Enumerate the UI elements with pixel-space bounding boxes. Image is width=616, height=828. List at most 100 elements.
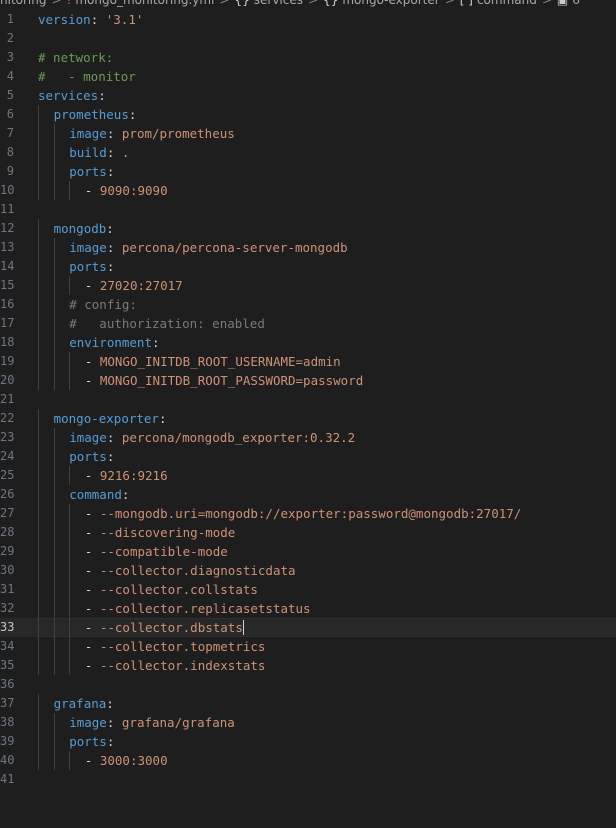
indent-guide: [38, 542, 39, 561]
line-number[interactable]: 28: [0, 523, 14, 542]
line-number[interactable]: 39: [0, 732, 14, 751]
code-line[interactable]: 6 prometheus:: [0, 105, 616, 124]
code-line[interactable]: 13 image: percona/percona-server-mongodb: [0, 238, 616, 257]
line-number[interactable]: 41: [0, 770, 14, 789]
code-line[interactable]: 12 mongodb:: [0, 219, 616, 238]
line-number[interactable]: 9: [0, 162, 14, 181]
breadcrumb-item[interactable]: ▣ 6: [557, 0, 580, 7]
code-line[interactable]: 22 mongo-exporter:: [0, 409, 616, 428]
line-number[interactable]: 14: [0, 257, 14, 276]
code-line[interactable]: 23 image: percona/mongodb_exporter:0.32.2: [0, 428, 616, 447]
line-number[interactable]: 2: [0, 29, 14, 48]
line-number[interactable]: 13: [0, 238, 14, 257]
indent-guide: [38, 105, 39, 124]
code-line[interactable]: 27 - --mongodb.uri=mongodb://exporter:pas…: [0, 504, 616, 523]
code-line[interactable]: 21: [0, 390, 616, 409]
code-line[interactable]: 37 grafana:: [0, 694, 616, 713]
line-number[interactable]: 25: [0, 466, 14, 485]
line-number[interactable]: 36: [0, 675, 14, 694]
line-number[interactable]: 18: [0, 333, 14, 352]
yaml-punctuation: -: [84, 563, 100, 578]
code-line[interactable]: 2: [0, 29, 616, 48]
editor-text-area[interactable]: 1 version: '3.1' 2 3 # network: 4 # - monitor 5…: [0, 10, 616, 789]
code-line[interactable]: 3 # network:: [0, 48, 616, 67]
line-number[interactable]: 22: [0, 409, 14, 428]
line-number[interactable]: 40: [0, 751, 14, 770]
line-number[interactable]: 19: [0, 352, 14, 371]
line-number[interactable]: 4: [0, 67, 14, 86]
breadcrumb[interactable]: nitoring >! mongo_monitoring.yml >{} service…: [0, 0, 616, 7]
code-line[interactable]: 30 - --collector.diagnosticdata: [0, 561, 616, 580]
line-number[interactable]: 12: [0, 219, 14, 238]
code-line[interactable]: 18 environment:: [0, 333, 616, 352]
code-line[interactable]: 17 # authorization: enabled: [0, 314, 616, 333]
code-line[interactable]: 35 - --collector.indexstats: [0, 656, 616, 675]
line-number[interactable]: 17: [0, 314, 14, 333]
line-number[interactable]: 26: [0, 485, 14, 504]
code-line[interactable]: 38 image: grafana/grafana: [0, 713, 616, 732]
line-number[interactable]: 23: [0, 428, 14, 447]
code-line[interactable]: 10 - 9090:9090: [0, 181, 616, 200]
code-line[interactable]: 33 - --collector.dbstats: [0, 618, 616, 637]
code-editor-window: nitoring >! mongo_monitoring.yml >{} service…: [0, 0, 616, 828]
line-number[interactable]: 20: [0, 371, 14, 390]
line-number[interactable]: 16: [0, 295, 14, 314]
code-line[interactable]: 39 ports:: [0, 732, 616, 751]
line-number[interactable]: 31: [0, 580, 14, 599]
line-number[interactable]: 27: [0, 504, 14, 523]
line-number[interactable]: 10: [0, 181, 14, 200]
code-line[interactable]: 24 ports:: [0, 447, 616, 466]
line-number[interactable]: 34: [0, 637, 14, 656]
code-line[interactable]: 31 - --collector.collstats: [0, 580, 616, 599]
yaml-punctuation: -: [84, 278, 100, 293]
code-line[interactable]: 29 - --compatible-mode: [0, 542, 616, 561]
line-number[interactable]: 3: [0, 48, 14, 67]
breadcrumb-item[interactable]: {} mongo-exporter: [323, 0, 440, 7]
code-line[interactable]: 14 ports:: [0, 257, 616, 276]
line-number[interactable]: 38: [0, 713, 14, 732]
code-line[interactable]: 8 build: .: [0, 143, 616, 162]
breadcrumb-item[interactable]: [ ] command: [460, 0, 537, 7]
code-line[interactable]: 19 - MONGO_INITDB_ROOT_USERNAME=admin: [0, 352, 616, 371]
code-line[interactable]: 28 - --discovering-mode: [0, 523, 616, 542]
breadcrumb-item[interactable]: {} services: [234, 0, 303, 7]
line-number[interactable]: 5: [0, 86, 14, 105]
code-line[interactable]: 34 - --collector.topmetrics: [0, 637, 616, 656]
line-number[interactable]: 35: [0, 656, 14, 675]
code-line[interactable]: 15 - 27020:27017: [0, 276, 616, 295]
code-line[interactable]: 7 image: prom/prometheus: [0, 124, 616, 143]
code-line[interactable]: 1 version: '3.1': [0, 10, 616, 29]
code-line[interactable]: 9 ports:: [0, 162, 616, 181]
line-number[interactable]: 29: [0, 542, 14, 561]
yaml-value: --compatible-mode: [99, 544, 228, 559]
line-number[interactable]: 11: [0, 200, 14, 219]
code-line[interactable]: 26 command:: [0, 485, 616, 504]
breadcrumb-item[interactable]: ! mongo_monitoring.yml: [67, 0, 215, 7]
line-number[interactable]: 15: [0, 276, 14, 295]
line-number[interactable]: 24: [0, 447, 14, 466]
line-number[interactable]: 1: [0, 10, 14, 29]
line-number[interactable]: 37: [0, 694, 14, 713]
line-number[interactable]: 7: [0, 124, 14, 143]
line-number[interactable]: 32: [0, 599, 14, 618]
code-line[interactable]: 20 - MONGO_INITDB_ROOT_PASSWORD=password: [0, 371, 616, 390]
code-line[interactable]: 4 # - monitor: [0, 67, 616, 86]
yaml-punctuation: -: [84, 544, 100, 559]
code-line[interactable]: 11: [0, 200, 616, 219]
line-number[interactable]: 21: [0, 390, 14, 409]
breadcrumb-item[interactable]: nitoring: [0, 0, 46, 7]
code-line[interactable]: 16 # config:: [0, 295, 616, 314]
line-number[interactable]: 6: [0, 105, 14, 124]
code-line[interactable]: 40 - 3000:3000: [0, 751, 616, 770]
yaml-value: --collector.dbstats: [99, 620, 243, 635]
line-number[interactable]: 33: [0, 618, 14, 637]
code-text: grafana:: [54, 694, 114, 713]
yaml-key: build: [69, 145, 107, 160]
code-line[interactable]: 5 services:: [0, 86, 616, 105]
code-line[interactable]: 32 - --collector.replicasetstatus: [0, 599, 616, 618]
line-number[interactable]: 30: [0, 561, 14, 580]
code-line[interactable]: 25 - 9216:9216: [0, 466, 616, 485]
code-line[interactable]: 41: [0, 770, 616, 789]
line-number[interactable]: 8: [0, 143, 14, 162]
code-line[interactable]: 36: [0, 675, 616, 694]
